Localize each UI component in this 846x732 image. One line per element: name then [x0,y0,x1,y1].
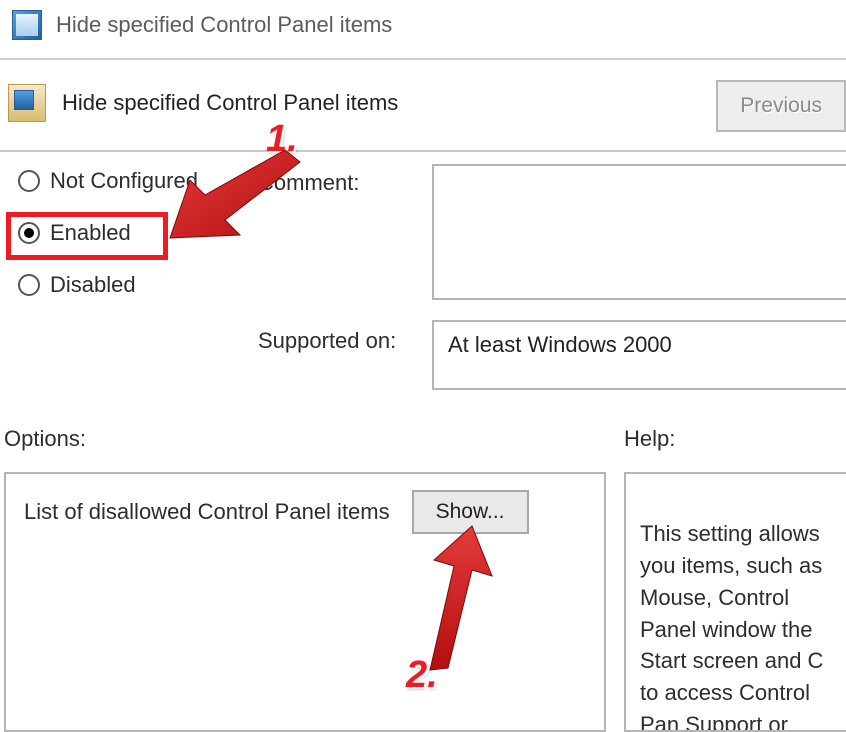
radio-label: Enabled [50,220,131,246]
help-text: This setting allows you items, such as M… [640,521,827,732]
radio-disabled[interactable]: Disabled [18,272,198,298]
state-radio-group: Not Configured Enabled Disabled [18,168,198,298]
supported-on-label: Supported on: [258,328,396,354]
radio-enabled[interactable]: Enabled [18,220,198,246]
supported-on-field: At least Windows 2000 [432,320,846,390]
options-pane: List of disallowed Control Panel items S… [4,472,606,732]
disallowed-list-label: List of disallowed Control Panel items [24,499,390,525]
annotation-number-1: 1. [266,118,298,161]
radio-icon [18,170,40,192]
radio-icon [18,222,40,244]
help-pane: This setting allows you items, such as M… [624,472,846,732]
radio-icon [18,274,40,296]
radio-label: Disabled [50,272,136,298]
app-icon [12,10,42,40]
help-section-label: Help: [624,426,675,452]
comment-textarea[interactable] [432,164,846,300]
header-separator [0,150,846,152]
window-title: Hide specified Control Panel items [56,12,392,38]
comment-label: Comment: [258,170,359,196]
previous-setting-button[interactable]: Previous [716,80,846,132]
options-section-label: Options: [4,426,86,452]
policy-title: Hide specified Control Panel items [62,90,398,116]
radio-not-configured[interactable]: Not Configured [18,168,198,194]
supported-on-value: At least Windows 2000 [448,332,672,357]
radio-label: Not Configured [50,168,198,194]
window-titlebar: Hide specified Control Panel items [0,0,846,50]
show-button[interactable]: Show... [412,490,529,534]
policy-icon [8,84,46,122]
